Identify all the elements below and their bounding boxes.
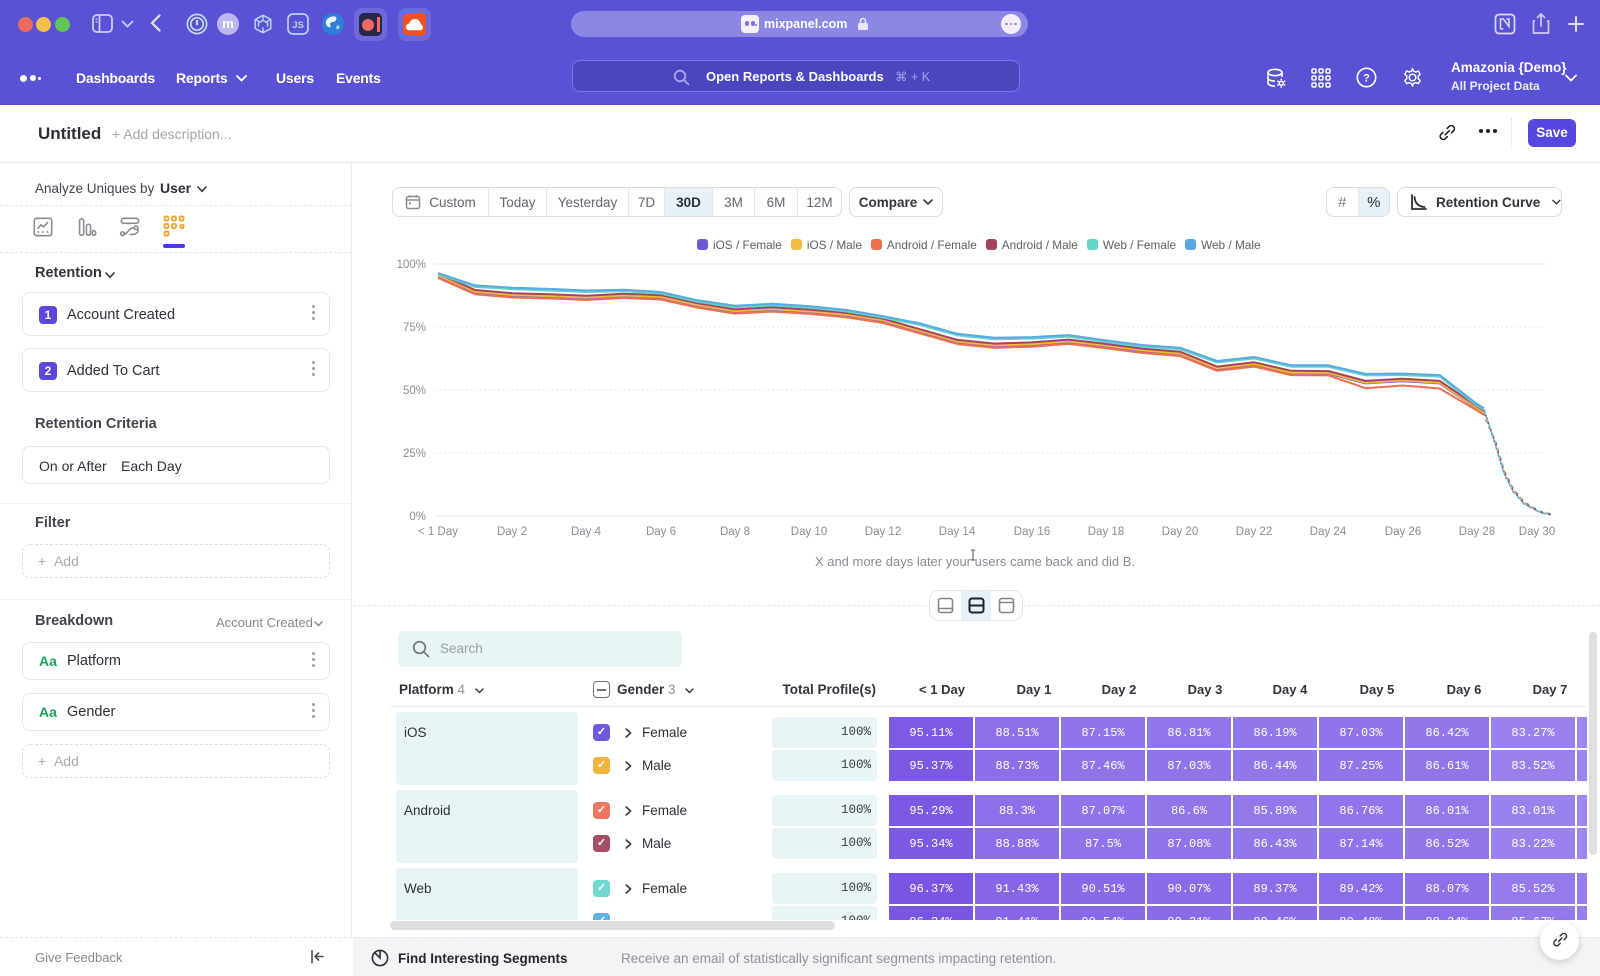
svg-text:Day 8: Day 8 xyxy=(720,526,750,538)
svg-text:100%: 100% xyxy=(397,259,426,271)
svg-text:25%: 25% xyxy=(403,448,426,460)
svg-text:Day 4: Day 4 xyxy=(571,526,602,538)
svg-text:0%: 0% xyxy=(409,511,426,523)
svg-text:Day 28: Day 28 xyxy=(1459,526,1495,538)
svg-text:Day 6: Day 6 xyxy=(646,526,676,538)
svg-text:50%: 50% xyxy=(403,385,426,397)
svg-text:Day 24: Day 24 xyxy=(1310,526,1347,538)
svg-text:Day 16: Day 16 xyxy=(1014,526,1050,538)
svg-text:Day 12: Day 12 xyxy=(865,526,901,538)
svg-text:Day 2: Day 2 xyxy=(497,526,527,538)
svg-text:Day 26: Day 26 xyxy=(1385,526,1421,538)
svg-text:Day 18: Day 18 xyxy=(1088,526,1124,538)
svg-text:JS: JS xyxy=(292,20,304,31)
svg-text:Day 30: Day 30 xyxy=(1519,526,1555,538)
svg-text:X and more days later your use: X and more days later your users came ba… xyxy=(815,554,1135,569)
svg-text:< 1 Day: < 1 Day xyxy=(418,526,458,538)
svg-text:Day 10: Day 10 xyxy=(791,526,827,538)
svg-text:Day 22: Day 22 xyxy=(1236,526,1272,538)
svg-text:Day 14: Day 14 xyxy=(939,526,976,538)
svg-text:Day 20: Day 20 xyxy=(1162,526,1198,538)
svg-text:75%: 75% xyxy=(403,322,426,334)
svg-text:?: ? xyxy=(1363,73,1370,85)
